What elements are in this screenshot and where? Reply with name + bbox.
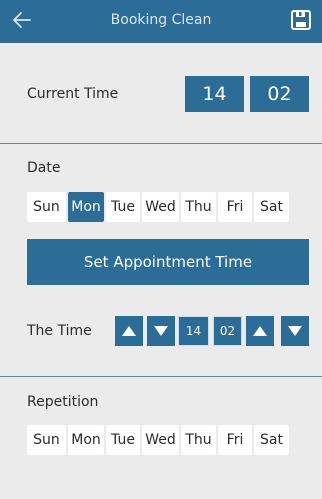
set-appointment-time-button[interactable]: Set Appointment Time — [27, 239, 309, 285]
save-icon[interactable] — [290, 8, 312, 32]
appointment-hour-value: 14 — [178, 316, 209, 346]
hour-down-button[interactable] — [147, 316, 175, 346]
day-tue[interactable]: Tue — [106, 192, 140, 222]
date-day-selector: Sun Mon Tue Wed Thu Fri Sat — [27, 192, 289, 222]
up-arrow-icon — [122, 326, 136, 336]
down-arrow-icon — [288, 326, 302, 336]
day-mon[interactable]: Mon — [68, 192, 104, 222]
day-wed[interactable]: Wed — [142, 192, 179, 222]
down-arrow-icon — [154, 326, 168, 336]
appointment-minute-value: 02 — [213, 316, 242, 346]
repetition-label: Repetition — [27, 394, 99, 410]
repeat-day-tue[interactable]: Tue — [106, 425, 140, 455]
current-time-minute: 02 — [250, 76, 309, 112]
the-time-label: The Time — [27, 323, 92, 339]
minute-down-button[interactable] — [281, 316, 309, 346]
day-sat[interactable]: Sat — [254, 192, 289, 222]
current-time-hour: 14 — [185, 76, 244, 112]
divider — [0, 143, 322, 144]
current-time-label: Current Time — [27, 86, 119, 102]
minute-up-button[interactable] — [246, 316, 274, 346]
date-label: Date — [27, 160, 61, 176]
repeat-day-thu[interactable]: Thu — [181, 425, 216, 455]
day-sun[interactable]: Sun — [27, 192, 66, 222]
day-thu[interactable]: Thu — [181, 192, 216, 222]
divider — [0, 376, 322, 377]
hour-up-button[interactable] — [115, 316, 143, 346]
day-fri[interactable]: Fri — [218, 192, 252, 222]
repeat-day-mon[interactable]: Mon — [68, 425, 104, 455]
repeat-day-fri[interactable]: Fri — [218, 425, 252, 455]
repeat-day-sat[interactable]: Sat — [254, 425, 289, 455]
repeat-day-sun[interactable]: Sun — [27, 425, 66, 455]
page-title: Booking Clean — [110, 12, 212, 28]
repetition-day-selector: Sun Mon Tue Wed Thu Fri Sat — [27, 425, 289, 455]
repeat-day-wed[interactable]: Wed — [142, 425, 179, 455]
up-arrow-icon — [253, 326, 267, 336]
app-header: Booking Clean — [0, 0, 322, 43]
